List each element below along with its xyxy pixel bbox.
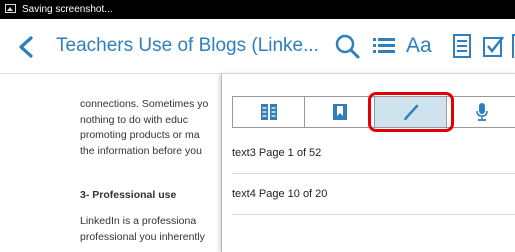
text-line: nothing to do with educ [80,113,188,126]
microphone-icon [476,103,488,121]
tab-audio-notes[interactable] [446,96,515,128]
image-icon [5,4,16,13]
back-arrow-icon[interactable] [14,35,38,59]
text-line: promoting products or ma [80,129,200,141]
text-line: professional you inherently [80,230,205,243]
search-icon[interactable] [334,32,360,60]
text-line: connections. Sometimes yo [80,98,209,110]
annotate-icon[interactable] [483,32,505,60]
text-line: LinkedIn is a professiona [80,215,197,227]
status-text: Saving screenshot... [22,4,113,15]
list-item-label: text4 Page 10 of 20 [232,188,328,200]
book-title: Teachers Use of Blogs (Linke... [56,35,319,56]
page-view-icon[interactable] [452,32,472,60]
action-bar: Teachers Use of Blogs (Linke... Aa [0,19,515,74]
bookmark-icon [332,104,347,120]
book-columns-icon [260,104,277,120]
tab-notes[interactable] [232,96,305,128]
status-bar: Saving screenshot... [0,0,515,19]
list-item[interactable]: text3 Page 1 of 52 [232,133,515,174]
text-line: the information before you [80,144,202,157]
annotations-popup: text3 Page 1 of 52 text4 Page 10 of 20 [221,74,515,252]
section-heading: 3- Professional use [80,189,177,201]
list-item[interactable]: text4 Page 10 of 20 [232,174,515,215]
list-item-label: text3 Page 1 of 52 [232,147,322,159]
popup-tab-bar [232,92,515,132]
tab-bookmarks[interactable] [304,96,375,128]
selection-highlight-box [368,92,454,132]
paragraph: connections. Sometimes yo nothing to do … [80,97,240,159]
paragraph: LinkedIn is a professiona professional y… [80,214,240,245]
table-of-contents-icon[interactable] [372,32,396,60]
font-settings-button[interactable]: Aa [406,34,440,62]
